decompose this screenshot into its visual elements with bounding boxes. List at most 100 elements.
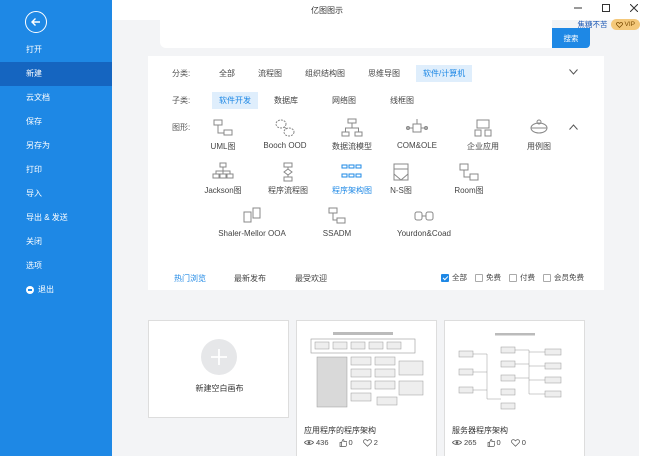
shape-room-diagram[interactable]: Room图 [432,162,506,196]
shape-com-ole[interactable]: COM&OLE [380,118,454,150]
filter-member-free-checkbox[interactable]: 会员免费 [543,272,584,283]
search-input[interactable] [160,20,552,48]
category-org-chart[interactable]: 组织结构图 [298,65,352,82]
subcategory-software-dev[interactable]: 软件开发 [212,92,258,109]
shape-yourdon-coad[interactable]: Yourdon&Coad [379,206,469,238]
vip-badge: VIP [610,19,640,30]
likes-stat[interactable]: 0 [487,438,501,447]
expand-categories-button[interactable] [569,67,578,77]
category-flowchart[interactable]: 流程图 [251,65,289,82]
sidebar-item-export[interactable]: 导出 & 发送 [0,206,112,230]
tab-latest[interactable]: 最新发布 [234,273,266,284]
sidebar-item-close[interactable]: 关闭 [0,230,112,254]
shape-ssadm[interactable]: SSADM [300,206,374,238]
sidebar-item-new[interactable]: 新建 [0,62,112,86]
favorites-stat[interactable]: 2 [362,438,378,447]
sidebar-item-label: 选项 [26,261,42,270]
tab-hot[interactable]: 热门浏览 [174,273,206,284]
sidebar-item-import[interactable]: 导入 [0,182,112,206]
template-thumbnail [451,329,579,415]
sidebar-item-save[interactable]: 保存 [0,110,112,134]
filter-panel: 分类: 全部 流程图 组织结构图 思维导图 软件/计算机 子类: 软件开发 数据… [148,56,604,278]
use-case-icon [530,119,548,134]
template-thumbnail [303,329,431,415]
shape-shaler-mellor[interactable]: Shaler-Mellor OOA [209,206,295,238]
sidebar-item-label: 打开 [26,45,42,54]
shape-label: Room图 [454,186,484,195]
main-content: 搜索 分类: 全部 流程图 组织结构图 思维导图 软件/计算机 子类: 软件开发… [112,20,639,456]
subcategory-row: 子类: 软件开发 数据库 网络图 线框图 [172,92,430,109]
template-stats: 436 0 2 [304,438,388,447]
ssadm-icon [328,207,346,224]
likes-stat[interactable]: 0 [339,438,353,447]
sidebar-item-cloud-docs[interactable]: 云文档 [0,86,112,110]
category-mind-map[interactable]: 思维导图 [361,65,407,82]
heart-icon [510,438,520,447]
category-all[interactable]: 全部 [212,65,242,82]
enterprise-app-icon [474,119,492,137]
shape-label: Jackson图 [204,186,242,195]
filter-paid-checkbox[interactable]: 付费 [509,272,535,283]
favorites-count: 0 [521,438,526,447]
sidebar-item-print[interactable]: 打印 [0,158,112,182]
category-label: 分类: [172,69,191,78]
filter-all-checkbox[interactable]: 全部 [441,272,467,283]
sidebar-menu: 打开 新建 云文档 保存 另存为 打印 导入 导出 & 发送 关闭 选项 退出 [0,38,112,302]
sidebar-item-save-as[interactable]: 另存为 [0,134,112,158]
sidebar: 打开 新建 云文档 保存 另存为 打印 导入 导出 & 发送 关闭 选项 退出 [0,0,112,456]
ns-diagram-icon [393,163,409,181]
shaler-mellor-icon [243,207,261,223]
shape-data-flow[interactable]: 数据流模型 [315,118,389,152]
arrow-left-icon [31,18,40,26]
back-button[interactable] [25,11,47,33]
new-blank-canvas-card[interactable]: 新建空白画布 [148,320,289,418]
shape-label: 程序流程图 [268,186,308,195]
category-row: 分类: 全部 流程图 组织结构图 思维导图 软件/计算机 [172,65,481,82]
favorites-stat[interactable]: 0 [510,438,526,447]
views-count: 436 [316,438,329,447]
shape-label: SSADM [322,229,352,238]
subcategory-label: 子类: [172,96,191,105]
maximize-icon [602,4,610,12]
minimize-button[interactable] [568,0,588,16]
eye-icon [304,440,314,445]
sidebar-item-exit[interactable]: 退出 [0,278,112,302]
filter-free-checkbox[interactable]: 免费 [475,272,501,283]
checkbox-label: 付费 [520,273,535,282]
likes-count: 0 [348,438,353,447]
likes-count: 0 [496,438,501,447]
sidebar-item-label: 新建 [26,69,42,78]
shape-program-flow[interactable]: 程序流程图 [251,162,325,196]
subcategory-wireframe[interactable]: 线框图 [383,92,421,109]
vip-label: VIP [624,21,635,28]
checkbox [543,273,551,282]
category-software[interactable]: 软件/计算机 [416,65,473,82]
subcategory-database[interactable]: 数据库 [267,92,305,109]
shape-ns-diagram[interactable]: N-S图 [364,162,438,196]
minimize-icon [574,7,582,9]
thumbs-up-icon [487,438,495,447]
shape-label: N-S图 [390,186,412,195]
subcategory-network[interactable]: 网络图 [325,92,363,109]
sidebar-item-options[interactable]: 选项 [0,254,112,278]
shape-label: 数据流模型 [332,142,372,151]
scrollbar[interactable] [639,20,650,456]
data-flow-icon [341,118,363,137]
close-icon [630,4,638,12]
maximize-button[interactable] [596,0,616,16]
search-button[interactable]: 搜索 [552,28,590,48]
template-stats: 265 0 0 [452,438,536,447]
vip-status[interactable]: 焦糖不苦 VIP [578,19,640,30]
shape-use-case[interactable]: 用例图 [502,118,576,152]
close-window-button[interactable] [624,0,644,16]
views-stat: 436 [304,438,329,447]
shape-label: COM&OLE [396,141,437,150]
sidebar-item-label: 云文档 [26,93,50,102]
shape-jackson[interactable]: Jackson图 [186,162,260,196]
template-card[interactable]: 服务器程序架构 265 0 0 [444,320,585,456]
shape-grid: UML图 Booch OOD 数据流模型 COM&OLE 企业应用 用例图 Ja… [204,118,592,283]
sidebar-item-open[interactable]: 打开 [0,38,112,62]
template-card[interactable]: 应用程序的程序架构 436 0 2 [296,320,437,456]
shape-booch-ood[interactable]: Booch OOD [248,118,322,150]
tab-popular[interactable]: 最受欢迎 [295,273,327,284]
